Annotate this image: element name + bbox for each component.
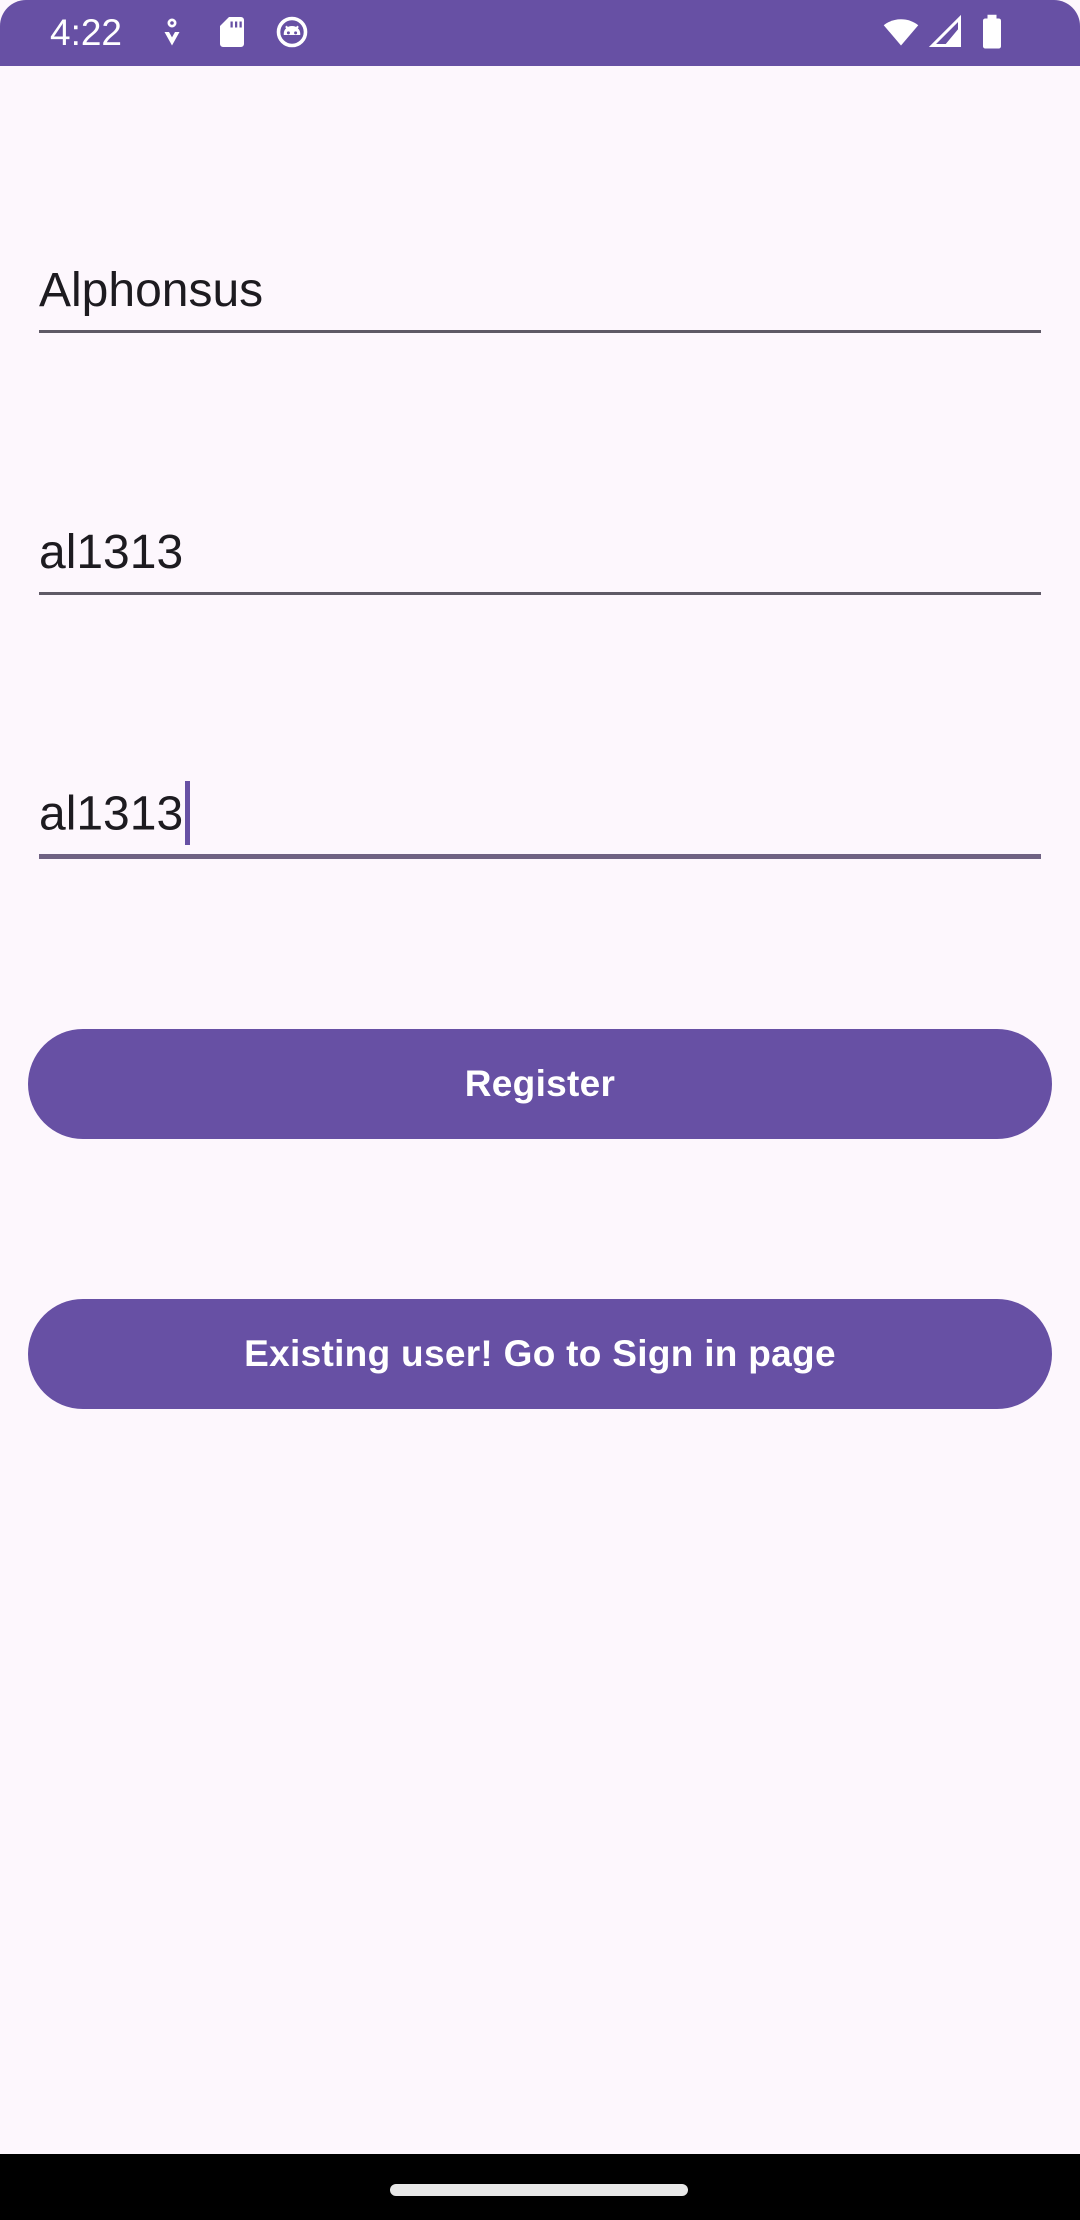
status-bar: 4:22: [0, 0, 1080, 66]
name-field-underline: [39, 330, 1041, 333]
password-field-value: al1313: [39, 787, 184, 841]
home-indicator[interactable]: [390, 2184, 688, 2196]
password-field-underline: [39, 854, 1041, 859]
go-to-sign-in-button[interactable]: Existing user! Go to Sign in page: [28, 1299, 1052, 1409]
wifi-icon: [880, 14, 922, 50]
battery-icon: [978, 14, 1006, 50]
password-field-value-wrap: al1313: [39, 781, 191, 849]
sd-card-icon: [214, 14, 250, 50]
sync-icon: [154, 14, 190, 50]
password-field[interactable]: al1313: [39, 781, 1041, 861]
navigation-bar: [0, 2154, 1080, 2220]
name-field[interactable]: Alphonsus: [39, 262, 1041, 336]
register-button[interactable]: Register: [28, 1029, 1052, 1139]
username-field[interactable]: al1313: [39, 524, 1041, 598]
cellular-signal-icon: [928, 14, 964, 50]
status-time: 4:22: [50, 12, 123, 53]
username-field-value: al1313: [39, 526, 184, 579]
android-face-icon: [274, 14, 310, 50]
register-screen: 4:22 Alphonsus al1313 al1313 Register Ex…: [0, 0, 1080, 2220]
text-cursor: [185, 781, 191, 845]
name-field-value: Alphonsus: [39, 264, 264, 317]
username-field-underline: [39, 592, 1041, 595]
